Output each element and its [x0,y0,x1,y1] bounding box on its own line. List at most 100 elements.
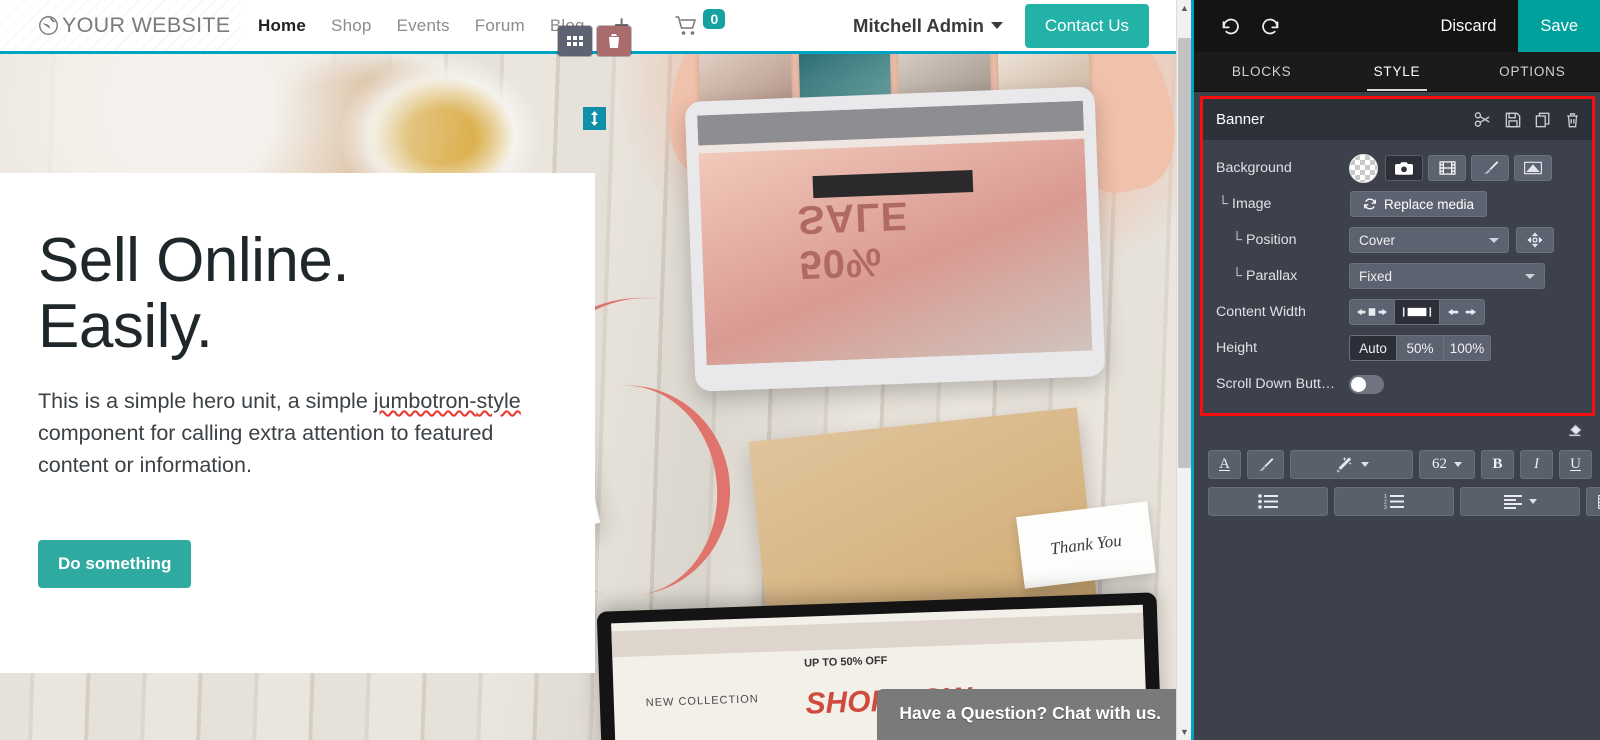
underline-icon: U [1570,456,1581,472]
text-toolbar-row-2: 1 2 3 [1208,487,1600,516]
discard-button[interactable]: Discard [1418,17,1518,36]
chat-bubble[interactable]: Have a Question? Chat with us. [877,689,1183,740]
website-preview-iframe: YOUR WEBSITE Home Shop Events Forum Blog… [0,0,1194,740]
photo-gift-tag: Thank You [1016,501,1156,589]
cart-count-badge: 0 [703,8,726,29]
redo-button[interactable] [1250,6,1290,46]
scroll-down-icon[interactable]: ▼ [1177,724,1191,740]
replace-media-label: Replace media [1384,196,1475,212]
remove-block-button[interactable] [1565,112,1580,128]
banner-resize-handle[interactable] [583,107,606,130]
width-narrow-button[interactable] [1349,299,1395,325]
camera-icon [1395,161,1413,175]
replace-media-button[interactable]: Replace media [1350,191,1488,217]
nav-item-forum[interactable]: Forum [475,16,525,36]
navbar-right: Mitchell Admin Contact Us [853,3,1191,48]
background-type-buttons [1385,155,1552,181]
save-snippet-button[interactable] [1505,112,1521,128]
cart-button[interactable]: 0 [674,8,726,37]
save-button[interactable]: Save [1518,0,1600,52]
width-normal-button[interactable] [1394,299,1440,325]
content-width-segments [1349,299,1485,325]
label-parallax: └ Parallax [1232,268,1298,284]
style-panel-header: Banner [1203,99,1592,140]
tab-options[interactable]: OPTIONS [1465,52,1600,91]
scroll-down-toggle[interactable] [1349,374,1384,394]
arrows-in-icon [1357,308,1387,316]
user-menu[interactable]: Mitchell Admin [853,15,1003,37]
align-left-icon [1503,494,1522,509]
scroll-up-icon[interactable]: ▲ [1177,0,1191,16]
contact-us-button[interactable]: Contact Us [1024,3,1149,48]
font-size-select[interactable]: 62 [1419,450,1475,479]
film-icon [1438,161,1456,175]
underline-button[interactable]: U [1559,450,1592,479]
ordered-list-button[interactable]: 1 2 3 [1334,487,1454,516]
nav-item-shop[interactable]: Shop [331,16,372,36]
banner-section[interactable]: 50% SALE Thank You NEW COLLECTION UP TO … [0,54,1191,740]
label-scroll-down-button: Scroll Down Butt… [1216,376,1336,392]
unordered-list-button[interactable] [1208,487,1328,516]
label-position: └ Position [1232,232,1297,248]
eraser-icon [1569,424,1582,437]
editor-workspace: YOUR WEBSITE Home Shop Events Forum Blog… [0,0,1600,740]
do-something-button[interactable]: Do something [38,540,192,589]
bold-button[interactable]: B [1481,450,1514,479]
scrollbar-thumb[interactable] [1178,38,1191,468]
hero-paragraph[interactable]: This is a simple hero unit, a simple jum… [38,385,535,482]
floppy-icon [1505,112,1521,127]
nav-item-home[interactable]: Home [258,16,306,36]
parallax-select[interactable]: Fixed [1349,263,1545,289]
brand-dropzone[interactable]: YOUR WEBSITE [0,0,242,51]
link-icon [1474,112,1490,127]
width-full-button[interactable] [1439,299,1485,325]
jumbotron-card[interactable]: Sell Online. Easily. This is a simple he… [0,173,595,673]
hero-heading-line2: Easily. [38,292,213,362]
reposition-button[interactable] [1516,227,1554,253]
height-50-button[interactable]: 50% [1396,335,1444,361]
tab-blocks[interactable]: BLOCKS [1194,52,1329,91]
editor-tabs: BLOCKS STYLE OPTIONS [1194,52,1600,92]
paintbrush-icon [1483,161,1498,175]
preview-scrollbar[interactable]: ▲ ▼ [1176,0,1191,740]
anchor-link-button[interactable] [1474,112,1491,127]
laptop-new-text: NEW COLLECTION [645,693,759,710]
clear-formatting-button[interactable] [1563,424,1582,442]
svg-text:3: 3 [1384,505,1387,509]
style-panel-header-tools [1474,112,1580,128]
site-brand[interactable]: YOUR WEBSITE [38,13,230,38]
position-select[interactable]: Cover [1349,227,1509,253]
move-snippet-button[interactable] [558,26,592,56]
hero-paragraph-part-b: component for calling extra attention to… [38,420,494,478]
bg-shape-button[interactable] [1514,155,1552,181]
photo-tablet: 50% SALE [684,86,1106,392]
height-auto-button[interactable]: Auto [1349,335,1397,361]
tab-style[interactable]: STYLE [1329,52,1464,91]
bg-image-button[interactable] [1385,155,1423,181]
italic-button[interactable]: I [1520,450,1553,479]
hero-heading[interactable]: Sell Online. Easily. [38,227,535,362]
duplicate-button[interactable] [1535,112,1551,128]
row-content-width: Content Width [1203,294,1592,330]
align-button[interactable] [1460,487,1580,516]
chevron-down-icon [1489,237,1499,243]
undo-button[interactable] [1210,6,1250,46]
chevron-down-icon [1454,462,1462,467]
background-color-swatch[interactable] [1349,153,1378,183]
style-panel-title: Banner [1216,111,1265,128]
bg-color-button[interactable] [1471,155,1509,181]
italic-icon: I [1534,456,1539,472]
height-100-button[interactable]: 100% [1443,335,1491,361]
globe-icon [38,15,59,36]
style-picker-button[interactable] [1290,450,1413,479]
numbered-list-icon: 1 2 3 [1384,494,1404,509]
delete-snippet-button[interactable] [597,26,631,56]
font-color-button[interactable]: A [1208,450,1241,479]
table-button[interactable] [1586,487,1600,516]
row-parallax: └ Parallax Fixed [1203,258,1592,294]
font-size-value: 62 [1432,456,1447,472]
nav-item-events[interactable]: Events [397,16,450,36]
label-height: Height [1216,340,1258,356]
background-color-button[interactable] [1247,450,1284,479]
bg-video-button[interactable] [1428,155,1466,181]
